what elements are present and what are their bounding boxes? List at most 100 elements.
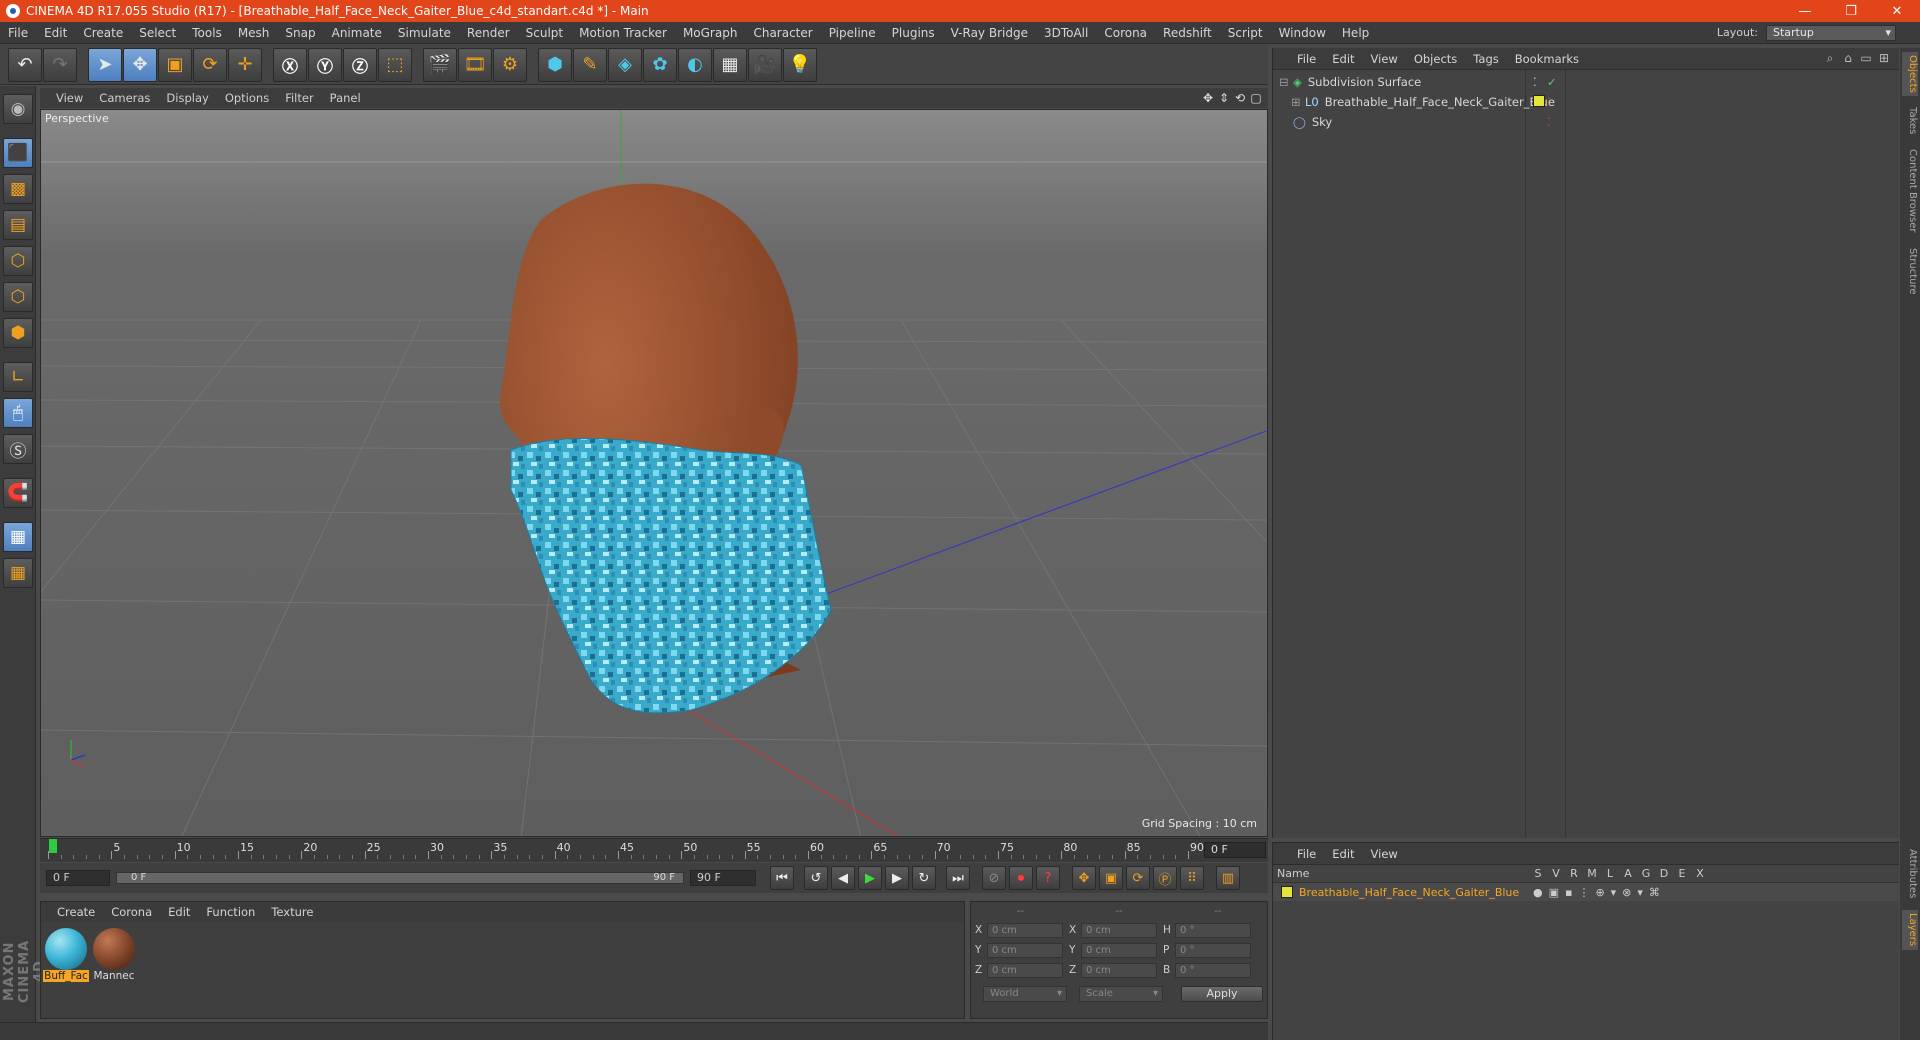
toggle-layout-icon[interactable]: ▢ (1248, 91, 1264, 105)
layer-menu-view[interactable]: View (1363, 847, 1406, 861)
cube-primitive-icon[interactable]: ⬢ (538, 47, 572, 82)
search-icon[interactable]: ⌕ (1821, 51, 1839, 66)
menu-create[interactable]: Create (75, 26, 131, 40)
new-view-icon[interactable]: ▭ (1857, 51, 1875, 66)
solo-mode-icon[interactable]: Ⓢ (3, 434, 33, 464)
menu-animate[interactable]: Animate (324, 26, 390, 40)
key-rotation-icon[interactable]: ⟳ (1126, 866, 1150, 890)
preview-range-slider[interactable]: 0 F 90 F (116, 872, 684, 884)
goto-next-key-icon[interactable]: ↻ (912, 866, 936, 890)
deformer-icon[interactable]: ◐ (678, 47, 712, 82)
subdivision-generator-icon[interactable]: ◈ (608, 47, 642, 82)
points-mode-icon[interactable]: ⬡ (3, 246, 33, 276)
perspective-viewport[interactable]: Perspective Grid Spacing : 10 cm (40, 109, 1268, 837)
layer-color-swatch[interactable] (1281, 886, 1293, 898)
material-swatch[interactable]: Mannec (91, 928, 137, 982)
key-scale-icon[interactable]: ▣ (1099, 866, 1123, 890)
end-frame-field[interactable]: 90 F (690, 870, 756, 886)
object-menu-view[interactable]: View (1363, 52, 1406, 66)
position-x-field[interactable]: 0 cm (987, 922, 1063, 938)
object-row-gaiter[interactable]: ⊞ L0 Breathable_Half_Face_Neck_Gaiter_Bl… (1273, 92, 1900, 112)
step-forward-icon[interactable]: ▶ (885, 866, 909, 890)
goto-start-icon[interactable]: ⏮ (770, 866, 794, 890)
menu-help[interactable]: Help (1334, 26, 1377, 40)
mograph-cloner-icon[interactable]: ✿ (643, 47, 677, 82)
size-x-field[interactable]: 0 cm (1081, 922, 1157, 938)
model-mode-icon[interactable]: ⬛ (3, 138, 33, 168)
key-parameter-icon[interactable]: Ⓟ (1153, 866, 1177, 890)
menu-plugins[interactable]: Plugins (884, 26, 943, 40)
current-frame-marker[interactable] (49, 839, 57, 853)
close-button[interactable]: ✕ (1874, 4, 1920, 19)
material-swatch[interactable]: Buff_Fac (43, 928, 89, 982)
menu-vray-bridge[interactable]: V-Ray Bridge (943, 26, 1036, 40)
goto-end-icon[interactable]: ⏭ (946, 866, 970, 890)
layer-menu-file[interactable]: File (1289, 847, 1324, 861)
size-z-field[interactable]: 0 cm (1081, 962, 1157, 978)
timeline-window-icon[interactable]: ▥ (1216, 866, 1240, 890)
enabled-check-icon[interactable]: ✓ (1547, 75, 1557, 89)
edges-mode-icon[interactable]: ⬡ (3, 282, 33, 312)
layer-toggle-icons[interactable]: ●▣▪⋮⊕▾⊗▾⌘ (1533, 886, 1666, 899)
viewport-menu-options[interactable]: Options (217, 91, 277, 105)
size-y-field[interactable]: 0 cm (1081, 942, 1157, 958)
collapse-icon[interactable]: ⊟ (1279, 75, 1293, 89)
y-axis-lock-icon[interactable]: Ⓨ (308, 47, 342, 82)
tab-attributes[interactable]: Attributes (1902, 846, 1918, 902)
object-menu-bookmarks[interactable]: Bookmarks (1507, 52, 1587, 66)
viewport-menu-cameras[interactable]: Cameras (91, 91, 158, 105)
pan-view-icon[interactable]: ✥ (1200, 91, 1216, 105)
record-active-icon[interactable]: ⏺ (1009, 866, 1033, 890)
axis-mode-icon[interactable]: ∟ (3, 362, 33, 392)
position-z-field[interactable]: 0 cm (987, 962, 1063, 978)
coordinate-system-icon[interactable]: ⬚ (378, 47, 412, 82)
menu-snap[interactable]: Snap (277, 26, 323, 40)
locked-workplane-icon[interactable]: ▦ (3, 522, 33, 552)
material-menu-function[interactable]: Function (198, 905, 263, 919)
camera-icon[interactable]: 🎥 (748, 47, 782, 82)
tab-structure[interactable]: Structure (1902, 244, 1918, 298)
menu-window[interactable]: Window (1271, 26, 1334, 40)
viewport-menu-filter[interactable]: Filter (277, 91, 321, 105)
object-row-sky[interactable]: ◯ Sky ⁚ (1273, 112, 1900, 132)
recent-tool-icon[interactable]: ✛ (228, 47, 262, 82)
material-menu-texture[interactable]: Texture (263, 905, 321, 919)
z-axis-lock-icon[interactable]: Ⓩ (343, 47, 377, 82)
step-back-icon[interactable]: ◀ (831, 866, 855, 890)
menu-select[interactable]: Select (131, 26, 184, 40)
menu-edit[interactable]: Edit (36, 26, 75, 40)
viewport-menu-view[interactable]: View (48, 91, 91, 105)
object-row-subdivision[interactable]: ⊟ ◈ Subdivision Surface ⁚ ✓ (1273, 72, 1900, 92)
menu-sculpt[interactable]: Sculpt (518, 26, 571, 40)
key-pla-icon[interactable]: ⠿ (1180, 866, 1204, 890)
menu-mesh[interactable]: Mesh (230, 26, 278, 40)
select-arrow-icon[interactable]: ➤ (88, 47, 122, 82)
minimize-button[interactable]: — (1782, 4, 1828, 19)
undo-icon[interactable]: ↶ (8, 47, 42, 82)
rotation-b-field[interactable]: 0 ° (1175, 962, 1251, 978)
spline-pen-icon[interactable]: ✎ (573, 47, 607, 82)
menu-redshift[interactable]: Redshift (1155, 26, 1220, 40)
object-menu-edit[interactable]: Edit (1324, 52, 1362, 66)
polygons-mode-icon[interactable]: ⬢ (3, 318, 33, 348)
tab-layers[interactable]: Layers (1902, 910, 1918, 950)
apply-button[interactable]: Apply (1181, 986, 1263, 1002)
timeline-ruler[interactable]: 051015202530354045505560657075808590 0 F (40, 838, 1268, 862)
layout-dropdown[interactable]: Startup (1766, 24, 1896, 41)
rotation-h-field[interactable]: 0 ° (1175, 922, 1251, 938)
layer-menu-edit[interactable]: Edit (1324, 847, 1362, 861)
rotation-p-field[interactable]: 0 ° (1175, 942, 1251, 958)
size-mode-dropdown[interactable]: Scale (1079, 986, 1163, 1002)
viewport-menu-display[interactable]: Display (158, 91, 216, 105)
goto-prev-key-icon[interactable]: ↺ (804, 866, 828, 890)
object-menu-objects[interactable]: Objects (1406, 52, 1465, 66)
workplane-mode-icon[interactable]: ▤ (3, 210, 33, 240)
tab-content-browser[interactable]: Content Browser (1902, 146, 1918, 236)
menu-script[interactable]: Script (1220, 26, 1271, 40)
menu-motion-tracker[interactable]: Motion Tracker (571, 26, 675, 40)
viewport-menu-panel[interactable]: Panel (322, 91, 369, 105)
scale-tool-icon[interactable]: ▣ (158, 47, 192, 82)
visibility-dots-icon[interactable]: ⁚ (1547, 95, 1551, 109)
restore-button[interactable]: ❐ (1828, 4, 1874, 19)
start-frame-field[interactable]: 0 F (46, 870, 110, 886)
